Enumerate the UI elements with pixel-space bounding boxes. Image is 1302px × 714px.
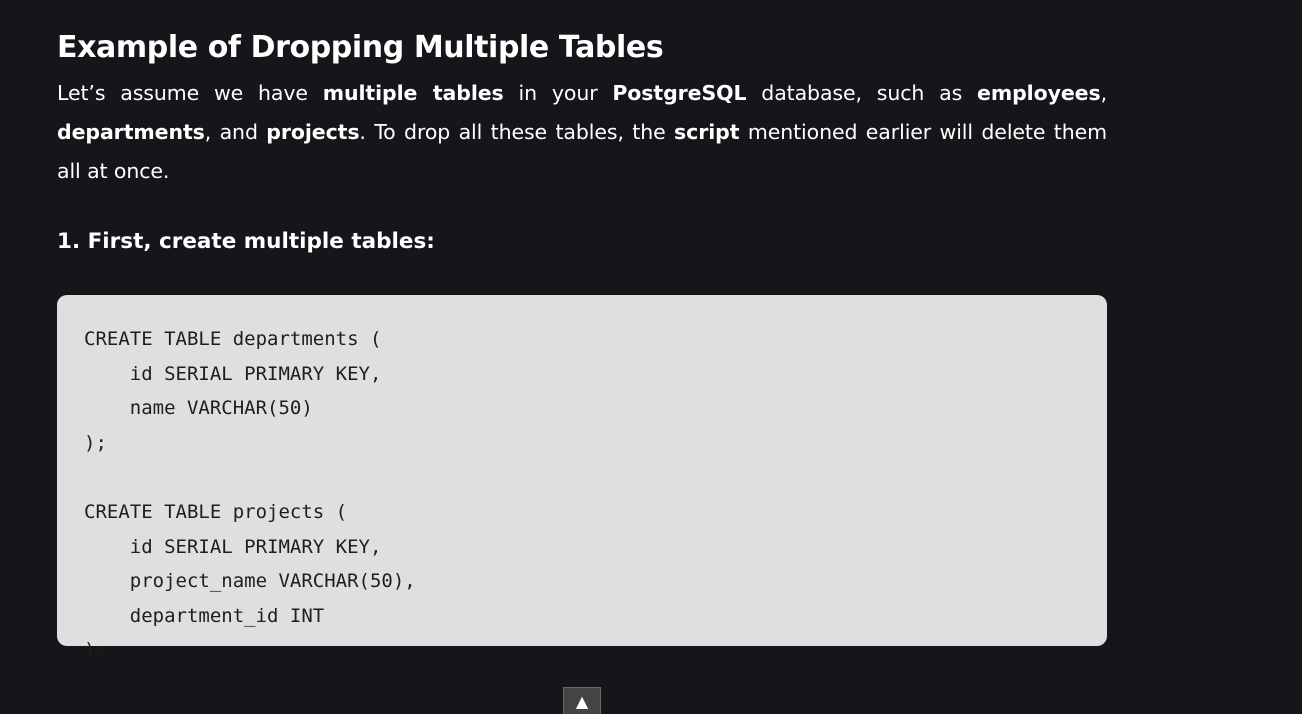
scroll-to-top-button[interactable]: ▲ (563, 687, 601, 714)
paragraph-text: . To drop all these tables, the (359, 120, 675, 144)
paragraph-bold-text: departments (57, 120, 205, 144)
paragraph-text: , and (204, 120, 267, 144)
code-text[interactable]: CREATE TABLE departments ( id SERIAL PRI… (84, 322, 1080, 668)
article-content: Example of Dropping Multiple Tables Let’… (57, 30, 1107, 661)
paragraph-text: Let’s assume we have (57, 81, 323, 105)
paragraph-text: in your (503, 81, 613, 105)
code-block[interactable]: CREATE TABLE departments ( id SERIAL PRI… (57, 295, 1107, 661)
arrow-up-icon: ▲ (575, 692, 589, 711)
paragraph-bold-text: script (674, 120, 740, 144)
paragraph-bold-text: multiple tables (322, 81, 504, 105)
section-heading: Example of Dropping Multiple Tables (57, 30, 664, 65)
paragraph-text: database, such as (746, 81, 978, 105)
paragraph-bold-text: projects (266, 120, 360, 144)
step-heading: 1. First, create multiple tables: (57, 229, 435, 254)
paragraph-text: , (1100, 81, 1108, 105)
intro-paragraph: Let’s assume we have multiple tables in … (57, 74, 1107, 191)
paragraph-bold-text: PostgreSQL (612, 81, 747, 105)
paragraph-bold-text: employees (977, 81, 1101, 105)
